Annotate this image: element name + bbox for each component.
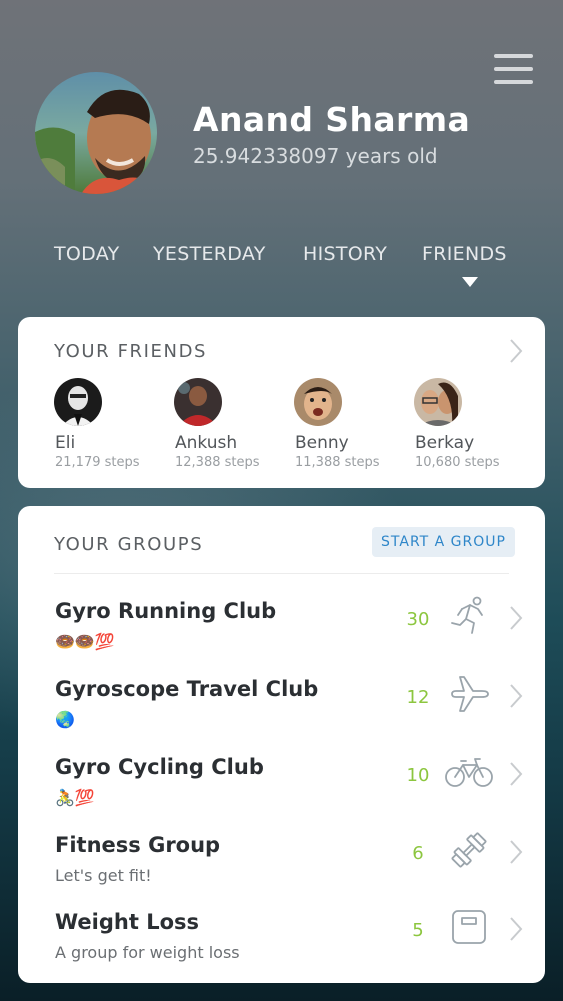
group-member-count: 5 [412,920,424,941]
bicycle-icon [444,751,494,793]
friends-card-title: YOUR FRIENDS [54,341,208,362]
chevron-right-icon[interactable] [507,916,525,942]
friend-item-ankush[interactable]: Ankush 12,388 steps [174,378,284,478]
groups-card: YOUR GROUPS START A GROUP Gyro Running C… [18,506,545,983]
chevron-right-icon[interactable] [507,761,525,787]
tab-history[interactable]: HISTORY [303,243,387,265]
friend-avatar [294,378,342,426]
tab-friends[interactable]: FRIENDS [422,243,507,265]
profile-name: Anand Sharma [193,100,471,139]
friend-item-benny[interactable]: Benny 11,388 steps [294,378,404,478]
friend-steps: 21,179 steps [55,455,140,470]
group-name: Gyro Cycling Club [55,755,264,779]
group-name: Fitness Group [55,833,221,857]
group-row-fitness-group[interactable]: Fitness Group Let's get fit! 6 [18,832,545,911]
friend-name: Benny [295,433,349,453]
hamburger-menu-icon[interactable] [494,54,534,86]
groups-card-title: YOUR GROUPS [54,534,204,555]
start-group-button[interactable]: START A GROUP [372,527,515,557]
friend-name: Eli [55,433,76,453]
friend-steps: 12,388 steps [175,455,260,470]
group-member-count: 6 [412,843,424,864]
friend-item-eli[interactable]: Eli 21,179 steps [54,378,164,478]
running-icon [448,595,490,637]
group-row-gyroscope-travel-club[interactable]: Gyroscope Travel Club 🌏 12 [18,676,545,755]
group-emoji: 🌏 [55,710,75,729]
chevron-right-icon[interactable] [507,605,525,631]
group-name: Gyroscope Travel Club [55,677,319,701]
friend-name: Berkay [415,433,475,453]
friend-item-berkay[interactable]: Berkay 10,680 steps [414,378,524,478]
group-row-gyro-running-club[interactable]: Gyro Running Club 🍩🍩💯 30 [18,596,545,677]
app-screen: Anand Sharma 25.942338097 years old TODA… [0,0,563,1001]
divider [54,573,509,574]
tab-bar: TODAY YESTERDAY HISTORY FRIENDS [0,243,563,273]
tab-yesterday[interactable]: YESTERDAY [153,243,266,265]
profile-avatar[interactable] [35,72,157,194]
chevron-right-icon[interactable] [507,338,525,364]
group-subtitle: Let's get fit! [55,866,152,885]
friend-name: Ankush [175,433,238,453]
group-row-weight-loss[interactable]: Weight Loss A group for weight loss 5 [18,910,545,988]
group-emoji: 🍩🍩💯 [55,632,115,651]
profile-age: 25.942338097 years old [193,144,438,168]
friends-card: YOUR FRIENDS Eli 21,179 steps Ankush 12,… [18,317,545,488]
group-name: Weight Loss [55,910,199,934]
group-row-gyro-cycling-club[interactable]: Gyro Cycling Club 🚴💯 10 [18,755,545,833]
group-member-count: 10 [406,765,430,786]
friend-avatar [414,378,462,426]
friend-steps: 10,680 steps [415,455,500,470]
group-emoji: 🚴💯 [55,788,95,807]
group-name: Gyro Running Club [55,599,277,623]
chevron-right-icon[interactable] [507,839,525,865]
chevron-right-icon[interactable] [507,683,525,709]
friend-avatar [174,378,222,426]
airplane-icon [448,673,490,715]
group-subtitle: A group for weight loss [55,943,240,962]
friend-avatar [54,378,102,426]
tab-today[interactable]: TODAY [54,243,120,265]
group-member-count: 12 [406,687,430,708]
dumbbell-icon [448,829,490,871]
group-member-count: 30 [406,609,430,630]
friend-steps: 11,388 steps [295,455,380,470]
scale-icon [448,906,490,948]
active-tab-indicator [462,277,478,287]
